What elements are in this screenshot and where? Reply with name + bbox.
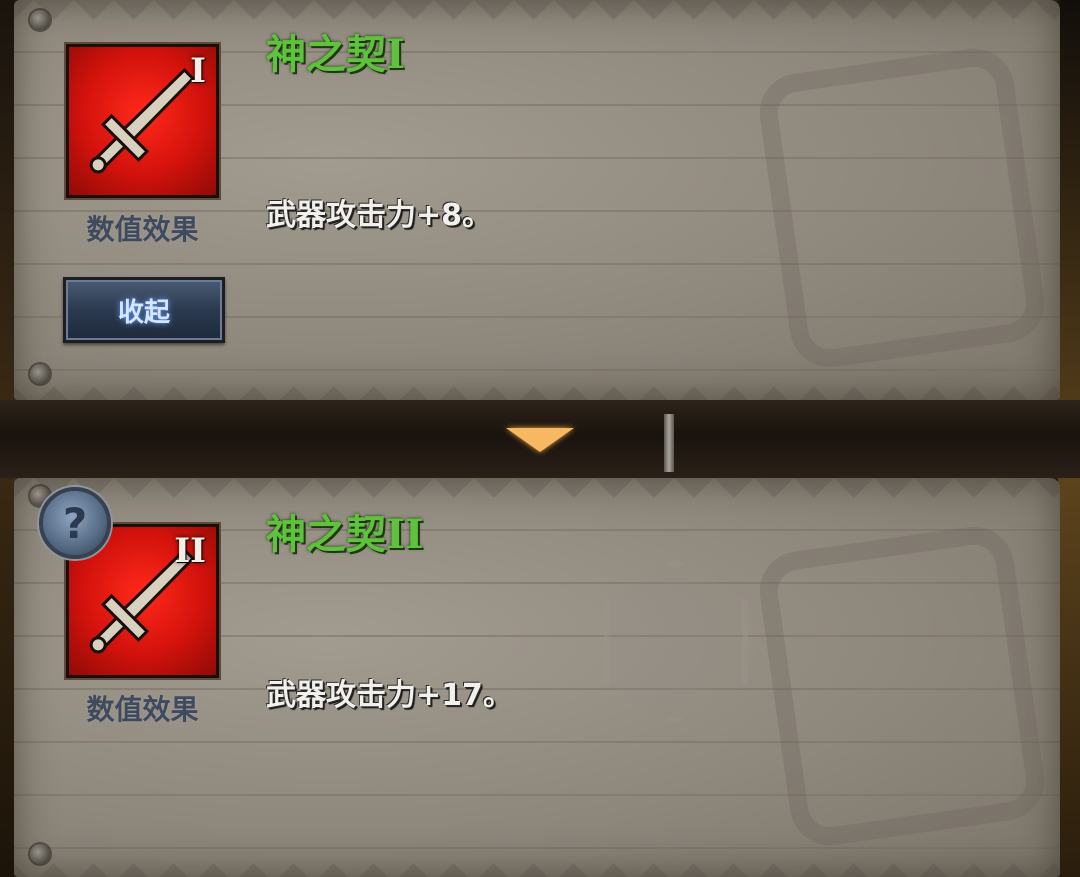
tier-badge: II — [174, 531, 206, 571]
skill-name: 神之契 — [266, 512, 386, 558]
rivet-icon — [30, 10, 50, 30]
tier-badge: I — [190, 51, 206, 91]
skill-name: 神之契 — [266, 32, 386, 78]
skill-title-1: 神之契I — [266, 22, 405, 80]
help-button[interactable]: ? — [39, 487, 111, 559]
skill-tier: I — [386, 31, 405, 78]
background-emblem — [754, 43, 1050, 373]
background-emblem — [754, 521, 1050, 851]
skill-description-1: 武器攻击力+8。 — [266, 198, 493, 233]
triangle-down-icon[interactable] — [506, 428, 574, 452]
divider-separator — [664, 414, 674, 472]
rivet-icon — [30, 364, 50, 384]
skill-title-2: 神之契II — [266, 502, 423, 560]
skill-icon-1[interactable]: I — [66, 44, 219, 198]
collapse-button[interactable]: 收起 — [63, 277, 225, 343]
skill-tier: II — [386, 511, 424, 558]
rivet-icon — [30, 844, 50, 864]
skill-description-2: 武器攻击力+17。 — [266, 678, 513, 713]
effect-type-label: 数值效果 — [86, 213, 199, 246]
effect-type-label: 数值效果 — [86, 693, 199, 726]
